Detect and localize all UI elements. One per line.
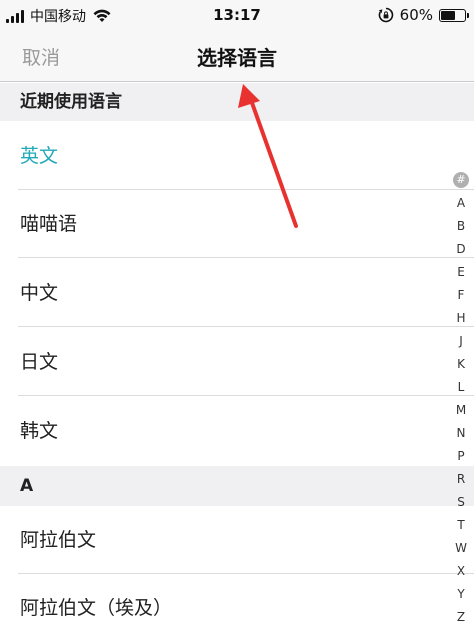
index-hash-icon[interactable]: # bbox=[453, 172, 469, 188]
index-letter[interactable]: N bbox=[450, 426, 472, 440]
battery-fill bbox=[441, 10, 455, 20]
nav-bar: 取消 选择语言 bbox=[0, 30, 474, 82]
language-label: 韩文 bbox=[20, 420, 59, 442]
index-letter[interactable]: L bbox=[450, 380, 472, 394]
status-right: 60% bbox=[378, 6, 469, 24]
battery-tip bbox=[467, 12, 469, 18]
index-letter[interactable]: X bbox=[450, 564, 472, 578]
index-letter[interactable]: W bbox=[450, 541, 472, 555]
index-letter[interactable]: P bbox=[450, 449, 472, 463]
language-label: 阿拉伯文（埃及） bbox=[20, 597, 173, 619]
section-header-a: A bbox=[0, 466, 474, 506]
index-letter[interactable]: R bbox=[450, 472, 472, 486]
language-row-chinese[interactable]: 中文 bbox=[0, 259, 474, 327]
battery-percent: 60% bbox=[399, 6, 433, 24]
index-letter[interactable]: Y bbox=[450, 587, 472, 601]
language-label: 日文 bbox=[20, 351, 59, 373]
section-header-recent: 近期使用语言 bbox=[0, 83, 474, 121]
language-row-japanese[interactable]: 日文 bbox=[0, 328, 474, 396]
index-letter[interactable]: D bbox=[450, 242, 472, 256]
language-label: 英文 bbox=[20, 145, 59, 167]
row-divider bbox=[18, 395, 474, 396]
language-label: 喵喵语 bbox=[20, 213, 78, 235]
index-letter[interactable]: Z bbox=[450, 610, 472, 624]
index-letter[interactable]: B bbox=[450, 219, 472, 233]
index-letter[interactable]: K bbox=[450, 357, 472, 371]
language-row-korean[interactable]: 韩文 bbox=[0, 397, 474, 465]
index-letter[interactable]: T bbox=[450, 518, 472, 532]
language-row-arabic-egypt[interactable]: 阿拉伯文（埃及） bbox=[0, 574, 474, 642]
index-letter[interactable]: M bbox=[450, 403, 472, 417]
index-letter[interactable]: H bbox=[450, 311, 472, 325]
index-letter[interactable]: S bbox=[450, 495, 472, 509]
index-letter[interactable]: J bbox=[450, 334, 472, 348]
row-divider bbox=[18, 257, 474, 258]
index-letter[interactable]: F bbox=[450, 288, 472, 302]
language-label: 中文 bbox=[20, 282, 59, 304]
page-title: 选择语言 bbox=[197, 46, 277, 70]
language-row-arabic[interactable]: 阿拉伯文 bbox=[0, 506, 474, 574]
language-row-english[interactable]: 英文 bbox=[0, 122, 474, 190]
language-label: 阿拉伯文 bbox=[20, 529, 97, 551]
status-bar: 中国移动 13:17 60% bbox=[0, 0, 474, 30]
index-letter[interactable]: A bbox=[450, 196, 472, 210]
battery-icon bbox=[439, 8, 469, 22]
row-divider bbox=[18, 326, 474, 327]
rotation-lock-icon bbox=[378, 7, 393, 23]
index-letter[interactable]: E bbox=[450, 265, 472, 279]
alphabet-index-bar[interactable]: # A B D E F H J K L M N P R S T W X Y Z bbox=[450, 172, 472, 632]
language-row-meow[interactable]: 喵喵语 bbox=[0, 190, 474, 258]
